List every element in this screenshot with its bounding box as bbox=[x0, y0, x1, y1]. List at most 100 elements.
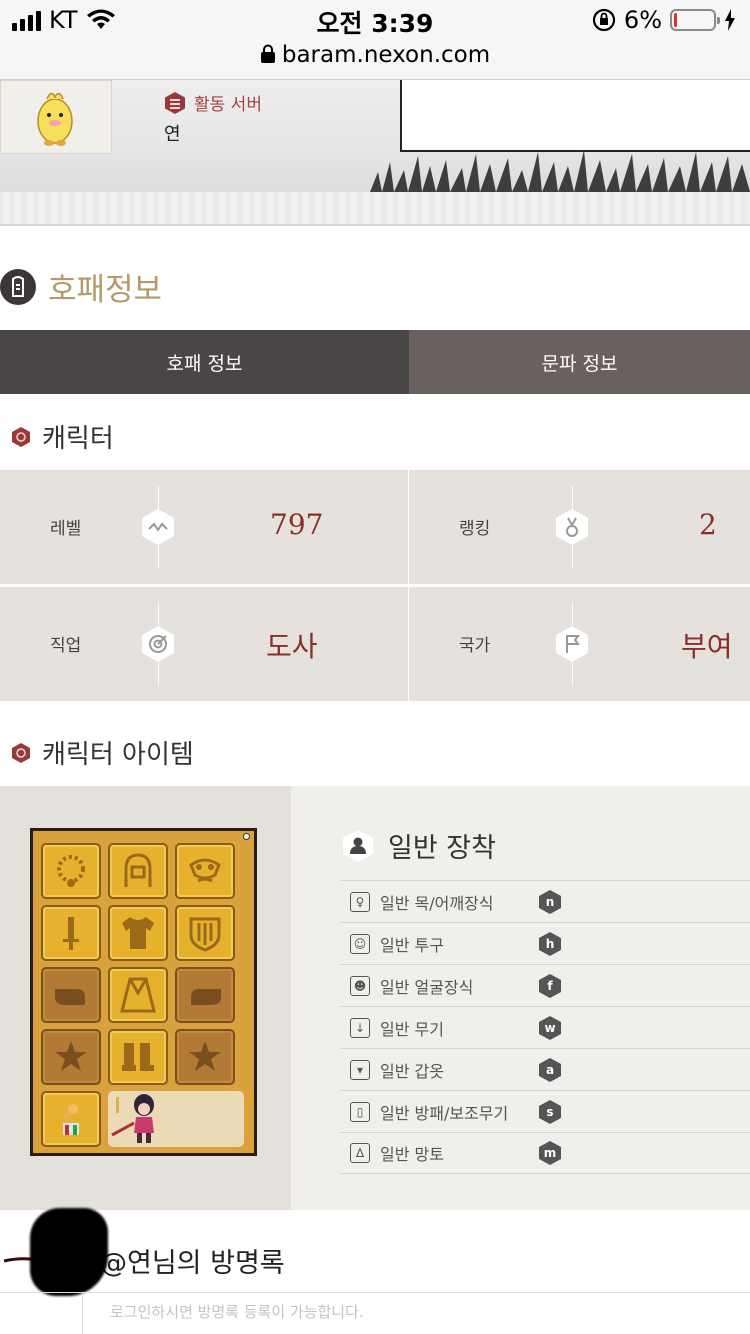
character-heading-text: 캐릭터 bbox=[42, 424, 114, 454]
stat-label: 랭킹 bbox=[459, 519, 491, 539]
slot-armor[interactable] bbox=[108, 905, 168, 961]
hex-badge-icon bbox=[12, 742, 30, 763]
face-icon bbox=[189, 858, 221, 883]
key-letter: f bbox=[547, 979, 553, 993]
guestbook-title: @연님의 방명록 bbox=[100, 1247, 285, 1279]
list-item[interactable]: ↓ 일반 무기 w bbox=[340, 1006, 750, 1048]
key-letter: m bbox=[544, 1146, 557, 1160]
character-heading: 캐릭터 bbox=[10, 418, 114, 455]
stat-level: 레벨 797 bbox=[0, 470, 408, 584]
list-item[interactable]: ∆ 일반 망토 m bbox=[340, 1132, 750, 1174]
list-item[interactable]: ▾ 일반 갑옷 a bbox=[340, 1048, 750, 1090]
status-bar: KT 오전 3:39 6% bbox=[0, 0, 750, 40]
hand-icon bbox=[191, 989, 221, 1005]
key-badge: f bbox=[539, 973, 561, 998]
key-letter: a bbox=[546, 1063, 554, 1077]
key-letter: h bbox=[546, 937, 555, 951]
slot-right-hand[interactable] bbox=[175, 967, 235, 1023]
tab-guild-info[interactable]: 문파 정보 bbox=[409, 330, 750, 394]
flag-icon bbox=[556, 626, 588, 662]
slot-boots[interactable] bbox=[108, 1029, 168, 1085]
board-dot bbox=[243, 833, 250, 840]
rotation-lock-icon bbox=[592, 8, 616, 32]
items-panel: 일반 장착 ♀ 일반 목/어깨장식 n ☺ 일반 투구 h ☻ 일반 얼굴장식 … bbox=[0, 786, 750, 1210]
server-label-text: 활동 서버 bbox=[194, 95, 262, 115]
tab-hopae-info[interactable]: 호패 정보 bbox=[0, 330, 409, 394]
key-letter: w bbox=[544, 1021, 555, 1035]
list-item[interactable]: ♀ 일반 목/어깨장식 n bbox=[340, 880, 750, 922]
activity-icon bbox=[142, 509, 174, 545]
slot-left-accessory[interactable] bbox=[41, 1029, 101, 1085]
star-icon bbox=[189, 1041, 221, 1071]
slot-helmet[interactable] bbox=[108, 843, 168, 899]
character-preview bbox=[108, 1091, 244, 1147]
boots-icon bbox=[122, 1043, 154, 1071]
guestbook-heading: @연님의 방명록 bbox=[0, 1240, 750, 1280]
target-icon bbox=[142, 626, 174, 662]
face-icon: ☻ bbox=[350, 975, 370, 996]
sword-icon: ↓ bbox=[350, 1017, 370, 1038]
server-label: 활동 서버 bbox=[164, 90, 262, 115]
hand-icon bbox=[55, 989, 85, 1005]
stat-ranking: 랭킹 2 bbox=[409, 470, 750, 584]
armor-icon: ▾ bbox=[350, 1059, 370, 1080]
status-right: 6% bbox=[592, 6, 736, 34]
equip-row-label: 일반 목/어깨장식 bbox=[380, 893, 494, 913]
armor-icon bbox=[122, 917, 154, 949]
slot-left-hand[interactable] bbox=[41, 967, 101, 1023]
stat-nation: 국가 부여 bbox=[409, 587, 750, 701]
equipment-board bbox=[30, 828, 257, 1156]
slot-right-accessory[interactable] bbox=[175, 1029, 235, 1085]
chick-avatar-icon bbox=[37, 92, 73, 146]
equip-row-label: 일반 투구 bbox=[380, 935, 444, 955]
equip-row-label: 일반 무기 bbox=[380, 1019, 444, 1039]
grass-decoration bbox=[370, 150, 750, 192]
key-badge: a bbox=[539, 1057, 561, 1082]
cloak-icon: ∆ bbox=[350, 1143, 370, 1163]
key-badge: w bbox=[539, 1015, 561, 1040]
banner-strip bbox=[0, 192, 750, 226]
key-letter: s bbox=[546, 1105, 553, 1119]
stat-label: 레벨 bbox=[50, 519, 82, 539]
slot-necklace[interactable] bbox=[41, 843, 101, 899]
charging-bolt-icon bbox=[725, 9, 735, 31]
shield-icon bbox=[189, 917, 221, 952]
stat-label: 국가 bbox=[459, 636, 491, 656]
person-hex-icon bbox=[343, 829, 373, 862]
lock-icon bbox=[260, 44, 275, 63]
page-title: 호패정보 bbox=[0, 264, 162, 309]
equip-title-text: 일반 장착 bbox=[388, 833, 496, 864]
server-badge-icon bbox=[165, 91, 185, 114]
equip-row-label: 일반 얼굴장식 bbox=[380, 977, 474, 997]
equip-row-label: 일반 갑옷 bbox=[380, 1061, 444, 1081]
bouquet-icon bbox=[63, 1104, 79, 1135]
slot-special[interactable] bbox=[41, 1091, 101, 1147]
slot-weapon[interactable] bbox=[41, 905, 101, 961]
url-text: baram.nexon.com bbox=[281, 42, 491, 68]
slot-cloak[interactable] bbox=[108, 967, 168, 1023]
guestbook-input[interactable]: 로그인하시면 방명록 등록이 가능합니다. bbox=[0, 1292, 750, 1334]
tab-bar: 호패 정보 문파 정보 bbox=[0, 330, 750, 394]
battery-percent: 6% bbox=[623, 6, 662, 34]
equip-list: ♀ 일반 목/어깨장식 n ☺ 일반 투구 h ☻ 일반 얼굴장식 f ↓ 일반… bbox=[340, 880, 750, 1174]
guestbook-placeholder: 로그인하시면 방명록 등록이 가능합니다. bbox=[110, 1303, 364, 1321]
divider bbox=[82, 1293, 83, 1334]
address-bar[interactable]: baram.nexon.com bbox=[0, 40, 750, 80]
stat-value: 797 bbox=[270, 508, 324, 541]
slot-face[interactable] bbox=[175, 843, 235, 899]
profile-banner: 활동 서버 연 bbox=[0, 80, 750, 192]
battery-icon bbox=[670, 9, 720, 31]
items-heading: 캐릭터 아이템 bbox=[10, 734, 194, 771]
necklace-icon bbox=[57, 855, 85, 887]
key-badge: m bbox=[539, 1141, 561, 1165]
list-item[interactable]: ☺ 일반 투구 h bbox=[340, 922, 750, 964]
helmet-icon bbox=[124, 853, 152, 887]
equip-row-label: 일반 망토 bbox=[380, 1145, 444, 1164]
list-item[interactable]: ☻ 일반 얼굴장식 f bbox=[340, 964, 750, 1006]
list-item[interactable]: ▯ 일반 방패/보조무기 s bbox=[340, 1090, 750, 1132]
stat-job: 직업 도사 bbox=[0, 587, 408, 701]
server-name: 연 bbox=[164, 124, 181, 145]
slot-shield[interactable] bbox=[175, 905, 235, 961]
stat-label: 직업 bbox=[50, 636, 82, 656]
tablet-icon bbox=[0, 268, 36, 305]
